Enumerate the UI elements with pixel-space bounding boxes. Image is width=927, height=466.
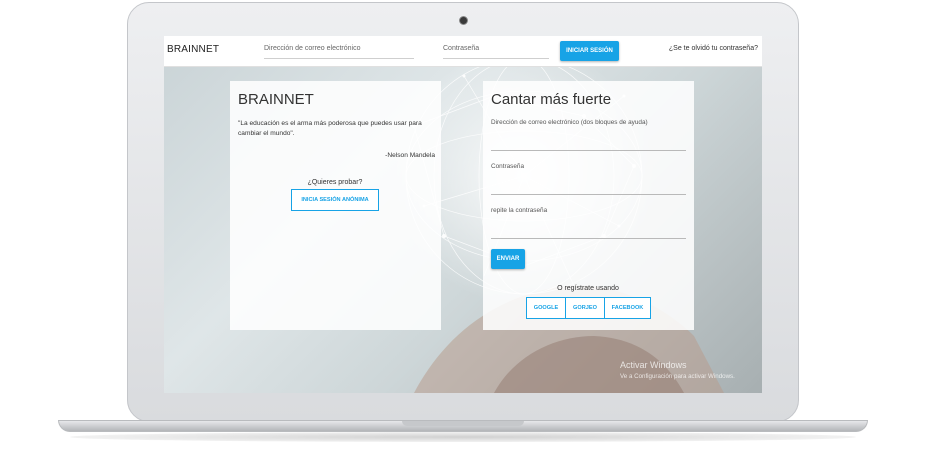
quote-text: "La educación es el arma más poderosa qu… [238, 120, 422, 137]
forgot-password-link[interactable]: ¿Se te olvidó tu contraseña? [669, 45, 758, 52]
register-email-input[interactable] [491, 150, 686, 151]
google-button[interactable]: GOOGLE [526, 297, 566, 319]
anonymous-login-button[interactable]: INICIA SESIÓN ANÓNIMA [291, 189, 379, 211]
register-title: Cantar más fuerte [491, 91, 612, 108]
email-label: Dirección de correo electrónico [264, 45, 361, 52]
register-password-input[interactable] [491, 194, 686, 195]
activation-watermark-title: Activar Windows [620, 360, 687, 370]
webcam-icon [459, 16, 468, 25]
repeat-password-label: repite la contraseña [491, 207, 548, 214]
card-title: BRAINNET [238, 91, 314, 108]
brand-logo[interactable]: BRAINNET [167, 44, 219, 55]
repeat-password-input[interactable] [491, 238, 686, 239]
password-label: Contraseña [443, 45, 480, 52]
email-field[interactable]: Dirección de correo electrónico [264, 36, 414, 59]
register-card: Cantar más fuerte Dirección de correo el… [483, 81, 694, 330]
twitter-button[interactable]: GORJEO [565, 297, 605, 319]
intro-card: BRAINNET "La educación es el arma más po… [230, 81, 441, 330]
try-prompt: ¿Quieres probar? [307, 179, 363, 186]
activation-watermark-subtitle: Ve a Configuración para activar Windows. [620, 373, 735, 380]
register-email-label: Dirección de correo electrónico (dos blo… [491, 119, 648, 126]
quote-author: -Nelson Mandela [385, 152, 435, 159]
laptop-notch [402, 421, 524, 426]
facebook-button[interactable]: FACEBOOK [604, 297, 651, 319]
register-password-label: Contraseña [491, 163, 525, 170]
laptop-shadow [70, 432, 856, 442]
laptop-screen: BRAINNET Dirección de correo electrónico… [164, 36, 762, 393]
password-field[interactable]: Contraseña [443, 36, 549, 59]
login-button[interactable]: INICIAR SESIÓN [560, 41, 619, 61]
submit-button[interactable]: ENVIAR [491, 249, 525, 269]
register-with-label: O regístrate usando [557, 285, 619, 292]
top-navbar: BRAINNET Dirección de correo electrónico… [164, 36, 762, 67]
